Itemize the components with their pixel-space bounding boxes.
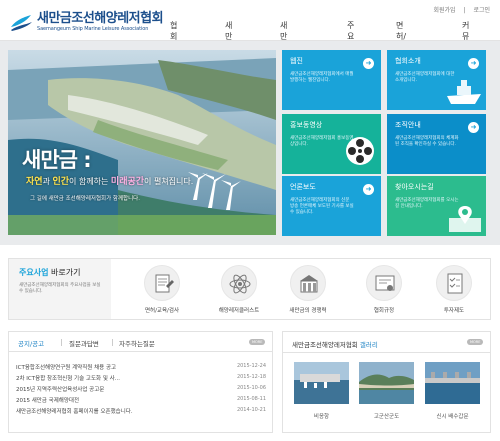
- gallery-thumb-gogunsan[interactable]: [359, 362, 414, 404]
- tile-title: 조직안내: [395, 121, 421, 129]
- signup-link[interactable]: 회원가입: [433, 7, 455, 14]
- tile-directions[interactable]: 찾아오시는길 새만금조선해양레저협회를 오시는 길 안내입니다.: [387, 176, 486, 236]
- arrow-right-icon: ➜: [468, 122, 479, 133]
- tile-title: 웹진: [290, 57, 303, 65]
- business-item-license[interactable]: 면허/교육/검사: [127, 265, 197, 314]
- gallery-thumb-bieung[interactable]: [294, 362, 349, 404]
- notice-row[interactable]: 2015년 지역주력산업육성사업 공고문 2015-10-06: [16, 385, 266, 393]
- tab-separator: [61, 339, 62, 346]
- notice-row[interactable]: 2차 ICT융합 창조혁신형 기술 고도화 및 사... 2015-12-18: [16, 374, 266, 382]
- business-item-label: 협회규정: [373, 308, 395, 314]
- document-icon: [144, 265, 180, 301]
- tile-desc: 새만금조선해양레저협회의 신문 방송 언론매체 보도된 기사를 보실 수 있습니…: [290, 198, 354, 215]
- tab-faq[interactable]: 자주하는질문: [119, 338, 155, 348]
- gallery-caption: 신시 배수갑문: [436, 414, 469, 420]
- building-icon: [290, 265, 326, 301]
- gallery-section: 새만금조선해양레저협회 갤러리 MORE 비응항 고군산군도 신시 배수갑문: [282, 331, 491, 433]
- site-logo[interactable]: 새만금조선해양레저협회 Saemangeum Ship Marine Leisu…: [9, 11, 164, 33]
- notice-more-button[interactable]: MORE: [249, 339, 266, 345]
- business-desc: 새만금조선해양레저협회의 주요사업을 보실 수 있습니다.: [19, 283, 101, 294]
- arrow-right-icon: ➜: [468, 58, 479, 69]
- notice-row[interactable]: ICT융합조선해양연구원 계약직원 채용 공고 2015-12-24: [16, 363, 266, 371]
- login-link[interactable]: 로그인: [473, 7, 490, 14]
- tile-desc: 새만금조선해양레저협회에서 매월 발행하는 웹진입니다.: [290, 72, 354, 83]
- gallery-more-button[interactable]: MORE: [467, 339, 484, 345]
- tile-title: 찾아오시는길: [395, 183, 434, 191]
- tile-title: 협회소개: [395, 57, 421, 65]
- logo-english: Saemangeum Ship Marine Leisure Associati…: [37, 26, 149, 32]
- util-links: 회원가입 | 로그인: [427, 5, 490, 14]
- tile-title: 홍보동영상: [290, 121, 323, 129]
- main-business-section: 주요사업 바로가기 새만금조선해양레저협회의 주요사업을 보실 수 있습니다. …: [8, 258, 491, 320]
- business-item-regulations[interactable]: 협회규정: [349, 265, 419, 314]
- gallery-thumb-sinsi[interactable]: [425, 362, 480, 404]
- hero-title: 새만금 :: [22, 148, 92, 172]
- tile-promo-video[interactable]: 홍보동영상 새만금조선해양레저협회 홍보동영상입니다.: [282, 114, 381, 174]
- atom-icon: [221, 265, 257, 301]
- map-pin-icon: [449, 206, 481, 232]
- certificate-icon: [366, 265, 402, 301]
- business-item-competitiveness[interactable]: 새만금의 경쟁력: [273, 265, 343, 314]
- tile-title: 언론보도: [290, 183, 316, 191]
- tab-separator: [112, 339, 113, 346]
- gallery-heading: 새만금조선해양레저협회 갤러리: [292, 341, 378, 349]
- business-item-label: 면허/교육/검사: [144, 308, 180, 314]
- business-heading: 주요사업 바로가기: [19, 268, 81, 277]
- tile-press[interactable]: 언론보도 새만금조선해양레저협회의 신문 방송 언론매체 보도된 기사를 보실 …: [282, 176, 381, 236]
- business-item-label: 새만금의 경쟁력: [289, 308, 327, 314]
- arrow-right-icon: ➜: [363, 58, 374, 69]
- util-sep: |: [463, 7, 466, 14]
- business-item-label: 해양레저클러스트: [218, 308, 260, 314]
- notice-row[interactable]: 2015 새만금 국제해양대전 2015-08-11: [16, 396, 266, 404]
- checklist-icon: [436, 265, 472, 301]
- hero-caption: 그 길에 새만금 조선해양레저협회가 함께합니다.: [30, 196, 140, 202]
- hero-image: [8, 50, 276, 235]
- ship-icon: [447, 80, 481, 104]
- tab-qna[interactable]: 질문과답변: [69, 338, 99, 348]
- business-item-cluster[interactable]: 해양레저클러스트: [204, 265, 274, 314]
- hero-subtitle: 자연과 인간이 함께하는 미래공간이 펼쳐집니다.: [26, 177, 194, 187]
- gallery-caption: 고군산군도: [373, 414, 400, 420]
- arrow-right-icon: ➜: [363, 184, 374, 195]
- tile-desc: 새만금조선해양레저협회의 체계화된 조직을 확인하실 수 있습니다.: [395, 136, 459, 147]
- tile-organization[interactable]: 조직안내 새만금조선해양레저협회의 체계화된 조직을 확인하실 수 있습니다. …: [387, 114, 486, 174]
- page: 회원가입 | 로그인 새만금조선해양레저협회 Saemangeum Ship M…: [0, 0, 500, 441]
- gallery-caption: 비응항: [313, 414, 330, 420]
- notice-tabs: 공지/공고 질문과답변 자주하는질문 MORE: [9, 332, 272, 352]
- tile-webzine[interactable]: 웹진 새만금조선해양레저협회에서 매월 발행하는 웹진입니다. ➜: [282, 50, 381, 110]
- business-item-label: 투자제도: [443, 308, 465, 314]
- hero-banner: 새만금 : 자연과 인간이 함께하는 미래공간이 펼쳐집니다. 그 길에 새만금…: [8, 50, 276, 235]
- notice-row[interactable]: 새만금조선해양레저협회 홈페이지를 오픈했습니다. 2014-10-21: [16, 407, 266, 415]
- logo-korean: 새만금조선해양레저협회: [37, 11, 164, 26]
- film-reel-icon: [346, 137, 374, 165]
- logo-mark-icon: [9, 13, 33, 33]
- gallery-divider: [283, 352, 490, 353]
- notice-board: 공지/공고 질문과답변 자주하는질문 MORE ICT융합조선해양연구원 계약직…: [8, 331, 273, 433]
- tile-about[interactable]: 협회소개 새만금조선해양레저협회에 대한 소개입니다. ➜: [387, 50, 486, 110]
- business-item-investment[interactable]: 투자제도: [419, 265, 489, 314]
- tab-notice[interactable]: 공지/공고: [18, 338, 44, 348]
